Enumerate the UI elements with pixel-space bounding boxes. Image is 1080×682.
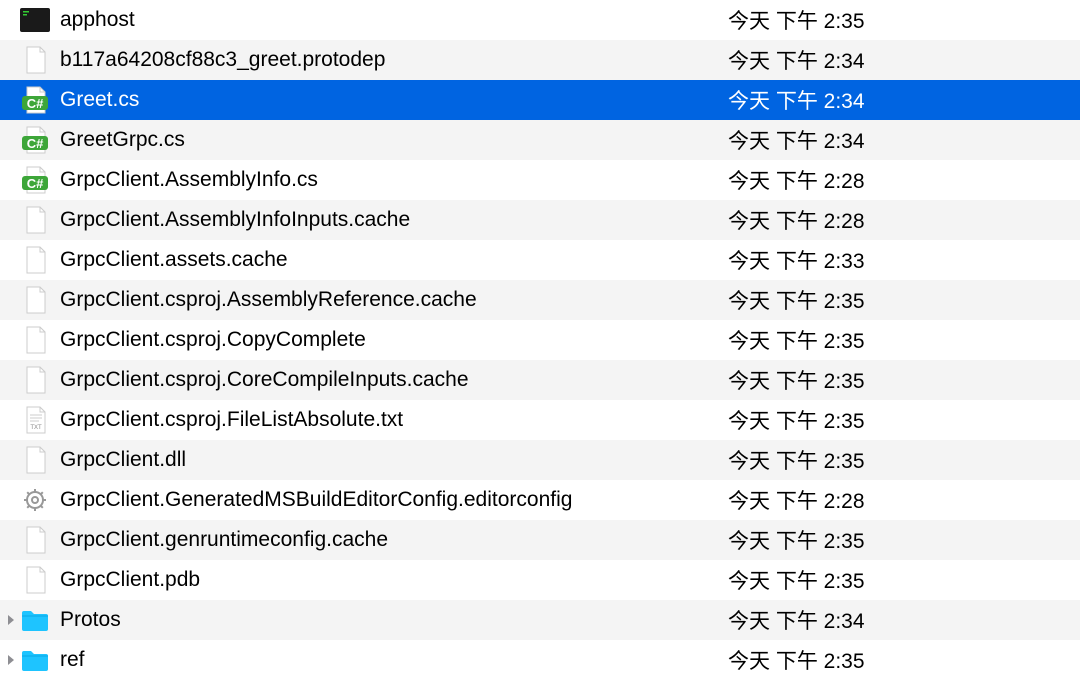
file-name: GrpcClient.assets.cache <box>60 248 720 272</box>
blank-icon <box>20 245 50 275</box>
csharp-icon: C# <box>20 165 50 195</box>
file-date: 今天 下午 2:35 <box>720 645 1080 675</box>
file-date: 今天 下午 2:34 <box>720 605 1080 635</box>
disclosure-triangle[interactable] <box>4 614 18 626</box>
file-date: 今天 下午 2:33 <box>720 245 1080 275</box>
blank-icon <box>20 205 50 235</box>
file-name: GrpcClient.AssemblyInfo.cs <box>60 168 720 192</box>
file-date: 今天 下午 2:35 <box>720 365 1080 395</box>
txt-icon: TXT <box>20 405 50 435</box>
blank-icon <box>20 325 50 355</box>
file-row[interactable]: ref今天 下午 2:35 <box>0 640 1080 680</box>
disclosure-triangle[interactable] <box>4 654 18 666</box>
blank-icon <box>20 45 50 75</box>
csharp-icon: C# <box>20 85 50 115</box>
file-row[interactable]: C# GrpcClient.AssemblyInfo.cs今天 下午 2:28 <box>0 160 1080 200</box>
file-name: GrpcClient.dll <box>60 448 720 472</box>
file-name: GrpcClient.csproj.FileListAbsolute.txt <box>60 408 720 432</box>
file-row[interactable]: GrpcClient.assets.cache今天 下午 2:33 <box>0 240 1080 280</box>
blank-icon <box>20 285 50 315</box>
file-date: 今天 下午 2:35 <box>720 5 1080 35</box>
file-row[interactable]: TXT GrpcClient.csproj.FileListAbsolute.tx… <box>0 400 1080 440</box>
file-row[interactable]: apphost今天 下午 2:35 <box>0 0 1080 40</box>
blank-icon <box>20 445 50 475</box>
svg-text:C#: C# <box>27 176 44 191</box>
file-name: ref <box>60 648 720 672</box>
file-date: 今天 下午 2:34 <box>720 85 1080 115</box>
file-date: 今天 下午 2:35 <box>720 405 1080 435</box>
file-date: 今天 下午 2:28 <box>720 165 1080 195</box>
file-row[interactable]: GrpcClient.GeneratedMSBuildEditorConfig.… <box>0 480 1080 520</box>
file-date: 今天 下午 2:34 <box>720 45 1080 75</box>
file-row[interactable]: Protos今天 下午 2:34 <box>0 600 1080 640</box>
file-name: GrpcClient.csproj.CoreCompileInputs.cach… <box>60 368 720 392</box>
file-row[interactable]: C# GreetGrpc.cs今天 下午 2:34 <box>0 120 1080 160</box>
file-name: GrpcClient.csproj.AssemblyReference.cach… <box>60 288 720 312</box>
file-date: 今天 下午 2:35 <box>720 565 1080 595</box>
file-name: GrpcClient.genruntimeconfig.cache <box>60 528 720 552</box>
file-row[interactable]: GrpcClient.genruntimeconfig.cache今天 下午 2… <box>0 520 1080 560</box>
file-row[interactable]: GrpcClient.AssemblyInfoInputs.cache今天 下午… <box>0 200 1080 240</box>
csharp-icon: C# <box>20 125 50 155</box>
folder-icon <box>20 605 50 635</box>
file-date: 今天 下午 2:35 <box>720 325 1080 355</box>
gear-icon <box>20 485 50 515</box>
file-name: GrpcClient.GeneratedMSBuildEditorConfig.… <box>60 488 720 512</box>
file-row[interactable]: b117a64208cf88c3_greet.protodep今天 下午 2:3… <box>0 40 1080 80</box>
blank-icon <box>20 565 50 595</box>
file-row[interactable]: GrpcClient.dll今天 下午 2:35 <box>0 440 1080 480</box>
file-name: Greet.cs <box>60 88 720 112</box>
file-name: b117a64208cf88c3_greet.protodep <box>60 48 720 72</box>
file-name: GreetGrpc.cs <box>60 128 720 152</box>
file-name: GrpcClient.csproj.CopyComplete <box>60 328 720 352</box>
blank-icon <box>20 365 50 395</box>
file-name: GrpcClient.pdb <box>60 568 720 592</box>
svg-text:C#: C# <box>27 136 44 151</box>
file-name: apphost <box>60 8 720 32</box>
file-date: 今天 下午 2:35 <box>720 445 1080 475</box>
file-date: 今天 下午 2:35 <box>720 285 1080 315</box>
folder-icon <box>20 645 50 675</box>
file-row[interactable]: GrpcClient.csproj.CoreCompileInputs.cach… <box>0 360 1080 400</box>
file-date: 今天 下午 2:28 <box>720 205 1080 235</box>
svg-text:TXT: TXT <box>30 425 42 431</box>
svg-text:C#: C# <box>27 96 44 111</box>
file-date: 今天 下午 2:34 <box>720 125 1080 155</box>
file-date: 今天 下午 2:35 <box>720 525 1080 555</box>
file-name: Protos <box>60 608 720 632</box>
file-row[interactable]: GrpcClient.pdb今天 下午 2:35 <box>0 560 1080 600</box>
blank-icon <box>20 525 50 555</box>
file-row[interactable]: C# Greet.cs今天 下午 2:34 <box>0 80 1080 120</box>
file-list: apphost今天 下午 2:35b117a64208cf88c3_greet.… <box>0 0 1080 680</box>
exec-icon <box>20 5 50 35</box>
file-date: 今天 下午 2:28 <box>720 485 1080 515</box>
file-row[interactable]: GrpcClient.csproj.CopyComplete今天 下午 2:35 <box>0 320 1080 360</box>
file-row[interactable]: GrpcClient.csproj.AssemblyReference.cach… <box>0 280 1080 320</box>
file-name: GrpcClient.AssemblyInfoInputs.cache <box>60 208 720 232</box>
